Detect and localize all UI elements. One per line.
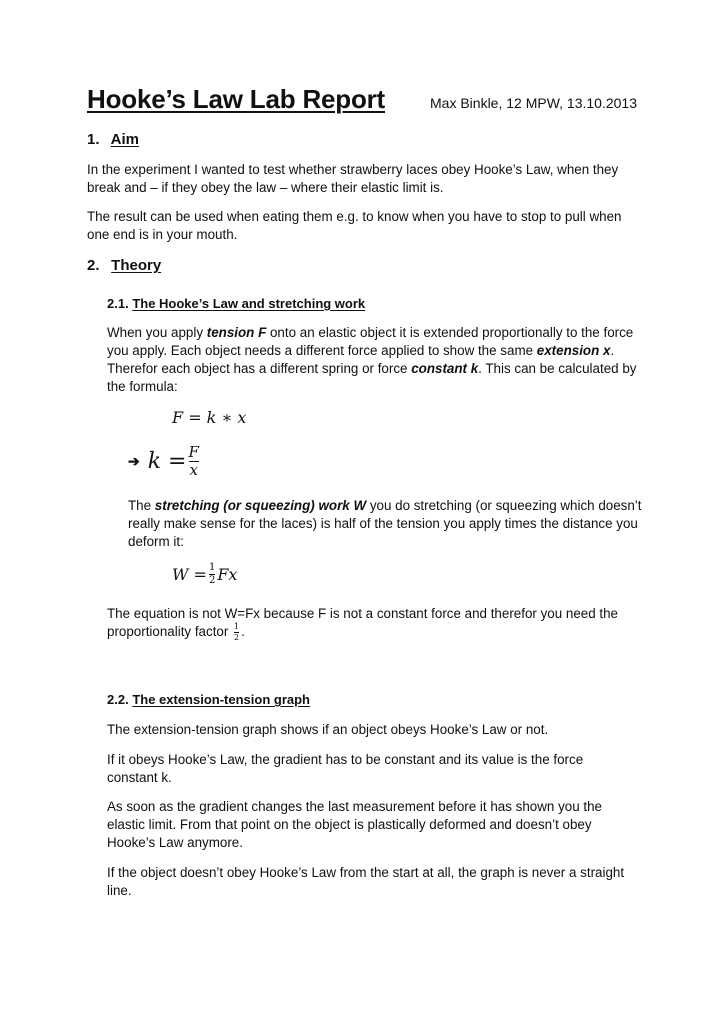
graph-paragraph-3: As soon as the gradient changes the last… bbox=[107, 799, 603, 850]
section-heading-theory: 2. Theory bbox=[87, 257, 161, 274]
subsection-title: The Hooke’s Law and stretching work bbox=[132, 296, 366, 311]
graph-paragraph-1: The extension-tension graph shows if an … bbox=[107, 722, 549, 737]
formula-rhs: Fx bbox=[217, 565, 238, 584]
section-heading-aim: 1. Aim bbox=[87, 131, 139, 148]
formula-hookes-law: F = k ∗ x bbox=[172, 408, 247, 427]
theory-paragraph-1: When you apply tension F onto an elastic… bbox=[107, 324, 647, 396]
theory-paragraph-2: The stretching (or squeezing) work W you… bbox=[128, 497, 648, 551]
section-title: Aim bbox=[110, 131, 139, 148]
denominator: x bbox=[189, 461, 198, 479]
fraction-half: 1 2 bbox=[208, 562, 216, 586]
denominator: 2 bbox=[208, 575, 216, 586]
text-run: When you apply bbox=[107, 325, 207, 340]
subsection-heading-2-1: 2.1. The Hooke’s Law and stretching work bbox=[107, 296, 365, 311]
section-title: Theory bbox=[111, 257, 162, 274]
subsection-number: 2.1. bbox=[107, 296, 129, 311]
text-run: The equation is not W=Fx because F is no… bbox=[107, 606, 619, 640]
numerator: 1 bbox=[208, 562, 216, 573]
section-number: 1. bbox=[87, 131, 100, 148]
document-title: Hooke’s Law Lab Report bbox=[87, 84, 386, 114]
graph-paragraph-4: If the object doesn’t obey Hooke’s Law f… bbox=[107, 865, 625, 898]
theory-paragraph-3: The equation is not W=Fx because F is no… bbox=[107, 605, 652, 642]
formula-lhs: W = bbox=[172, 565, 207, 584]
numerator: F bbox=[188, 443, 199, 461]
author-byline: Max Binkle, 12 MPW, 13.10.2013 bbox=[430, 95, 637, 111]
fraction: F x bbox=[188, 443, 199, 479]
aim-paragraph-2: The result can be used when eating them … bbox=[87, 209, 622, 242]
denominator: 2 bbox=[234, 633, 240, 642]
subsection-title: The extension-tension graph bbox=[132, 692, 310, 707]
numerator: 1 bbox=[234, 622, 240, 631]
text-run: The bbox=[128, 498, 155, 513]
formula-spring-constant: ➔ k = F x bbox=[128, 445, 201, 478]
fraction-half-inline: 12 bbox=[234, 622, 240, 642]
term-constant: constant k bbox=[411, 361, 479, 376]
aim-paragraph-1: In the experiment I wanted to test wheth… bbox=[87, 162, 619, 195]
text-run: . bbox=[241, 624, 245, 640]
formula-work: W = 1 2 Fx bbox=[172, 563, 237, 586]
formula-lhs: k = bbox=[147, 449, 187, 474]
term-extension: extension x bbox=[536, 343, 611, 358]
section-number: 2. bbox=[87, 257, 100, 274]
term-tension: tension F bbox=[206, 325, 267, 340]
graph-paragraph-2: If it obeys Hooke’s Law, the gradient ha… bbox=[107, 752, 584, 785]
term-work: stretching (or squeezing) work W bbox=[154, 498, 367, 513]
arrow-right-icon: ➔ bbox=[128, 453, 140, 469]
subsection-heading-2-2: 2.2. The extension-tension graph bbox=[107, 692, 310, 707]
subsection-number: 2.2. bbox=[107, 692, 129, 707]
